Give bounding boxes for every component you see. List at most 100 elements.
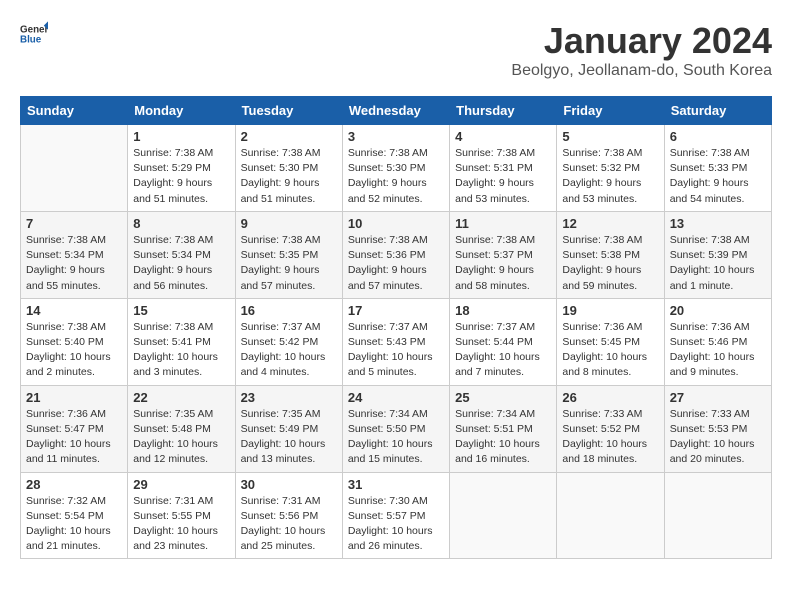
calendar-cell: 15 Sunrise: 7:38 AM Sunset: 5:41 PM Dayli…	[128, 298, 235, 385]
day-number: 25	[455, 390, 551, 405]
calendar-cell	[557, 472, 664, 559]
svg-text:Blue: Blue	[20, 34, 42, 45]
calendar-cell: 1 Sunrise: 7:38 AM Sunset: 5:29 PM Daylig…	[128, 125, 235, 212]
calendar-cell	[664, 472, 771, 559]
day-detail: Sunrise: 7:32 AM Sunset: 5:54 PM Dayligh…	[26, 494, 122, 555]
day-number: 18	[455, 303, 551, 318]
day-detail: Sunrise: 7:38 AM Sunset: 5:34 PM Dayligh…	[26, 233, 122, 294]
day-number: 16	[241, 303, 337, 318]
day-detail: Sunrise: 7:33 AM Sunset: 5:53 PM Dayligh…	[670, 407, 766, 468]
day-detail: Sunrise: 7:31 AM Sunset: 5:55 PM Dayligh…	[133, 494, 229, 555]
calendar-cell: 19 Sunrise: 7:36 AM Sunset: 5:45 PM Dayli…	[557, 298, 664, 385]
calendar-cell: 17Sunrise: 7:37 AM Sunset: 5:43 PM Dayli…	[342, 298, 449, 385]
calendar-cell	[21, 125, 128, 212]
day-number: 27	[670, 390, 766, 405]
calendar-cell: 28 Sunrise: 7:32 AM Sunset: 5:54 PM Dayli…	[21, 472, 128, 559]
day-detail: Sunrise: 7:30 AM Sunset: 5:57 PM Dayligh…	[348, 494, 444, 555]
calendar-week-row: 21 Sunrise: 7:36 AM Sunset: 5:47 PM Dayli…	[21, 385, 772, 472]
calendar-cell: 31 Sunrise: 7:30 AM Sunset: 5:57 PM Dayli…	[342, 472, 449, 559]
day-detail: Sunrise: 7:35 AM Sunset: 5:48 PM Dayligh…	[133, 407, 229, 468]
day-number: 28	[26, 477, 122, 492]
day-detail: Sunrise: 7:38 AM Sunset: 5:40 PM Dayligh…	[26, 320, 122, 381]
day-number: 4	[455, 129, 551, 144]
day-number: 29	[133, 477, 229, 492]
calendar-cell: 20 Sunrise: 7:36 AM Sunset: 5:46 PM Dayli…	[664, 298, 771, 385]
day-detail: Sunrise: 7:37 AM Sunset: 5:42 PM Dayligh…	[241, 320, 337, 381]
day-detail: Sunrise: 7:34 AM Sunset: 5:50 PM Dayligh…	[348, 407, 444, 468]
day-number: 30	[241, 477, 337, 492]
calendar-week-row: 14Sunrise: 7:38 AM Sunset: 5:40 PM Dayli…	[21, 298, 772, 385]
calendar-cell: 22 Sunrise: 7:35 AM Sunset: 5:48 PM Dayli…	[128, 385, 235, 472]
day-number: 31	[348, 477, 444, 492]
day-number: 11	[455, 216, 551, 231]
calendar-cell: 10 Sunrise: 7:38 AM Sunset: 5:36 PM Dayli…	[342, 211, 449, 298]
calendar-cell: 23 Sunrise: 7:35 AM Sunset: 5:49 PM Dayli…	[235, 385, 342, 472]
day-detail: Sunrise: 7:38 AM Sunset: 5:29 PM Dayligh…	[133, 146, 229, 207]
weekday-header-row: SundayMondayTuesdayWednesdayThursdayFrid…	[21, 97, 772, 125]
calendar-cell: 16 Sunrise: 7:37 AM Sunset: 5:42 PM Dayli…	[235, 298, 342, 385]
day-number: 13	[670, 216, 766, 231]
day-detail: Sunrise: 7:37 AM Sunset: 5:44 PM Dayligh…	[455, 320, 551, 381]
day-number: 2	[241, 129, 337, 144]
day-number: 9	[241, 216, 337, 231]
day-detail: Sunrise: 7:36 AM Sunset: 5:45 PM Dayligh…	[562, 320, 658, 381]
day-detail: Sunrise: 7:38 AM Sunset: 5:31 PM Dayligh…	[455, 146, 551, 207]
day-detail: Sunrise: 7:38 AM Sunset: 5:41 PM Dayligh…	[133, 320, 229, 381]
day-number: 26	[562, 390, 658, 405]
page-header: General Blue January 2024 Beolgyo, Jeoll…	[20, 20, 772, 80]
day-detail: Sunrise: 7:38 AM Sunset: 5:30 PM Dayligh…	[348, 146, 444, 207]
day-number: 22	[133, 390, 229, 405]
day-detail: Sunrise: 7:31 AM Sunset: 5:56 PM Dayligh…	[241, 494, 337, 555]
weekday-header: Tuesday	[235, 97, 342, 125]
calendar-cell: 9 Sunrise: 7:38 AM Sunset: 5:35 PM Daylig…	[235, 211, 342, 298]
calendar-week-row: 7 Sunrise: 7:38 AM Sunset: 5:34 PM Daylig…	[21, 211, 772, 298]
day-detail: Sunrise: 7:36 AM Sunset: 5:46 PM Dayligh…	[670, 320, 766, 381]
calendar-table: SundayMondayTuesdayWednesdayThursdayFrid…	[20, 96, 772, 559]
day-detail: Sunrise: 7:36 AM Sunset: 5:47 PM Dayligh…	[26, 407, 122, 468]
day-detail: Sunrise: 7:33 AM Sunset: 5:52 PM Dayligh…	[562, 407, 658, 468]
logo-icon: General Blue	[20, 20, 48, 48]
calendar-cell: 25 Sunrise: 7:34 AM Sunset: 5:51 PM Dayli…	[450, 385, 557, 472]
day-detail: Sunrise: 7:38 AM Sunset: 5:35 PM Dayligh…	[241, 233, 337, 294]
calendar-cell: 6Sunrise: 7:38 AM Sunset: 5:33 PM Daylig…	[664, 125, 771, 212]
calendar-cell: 11Sunrise: 7:38 AM Sunset: 5:37 PM Dayli…	[450, 211, 557, 298]
weekday-header: Thursday	[450, 97, 557, 125]
day-detail: Sunrise: 7:38 AM Sunset: 5:30 PM Dayligh…	[241, 146, 337, 207]
day-detail: Sunrise: 7:38 AM Sunset: 5:33 PM Dayligh…	[670, 146, 766, 207]
day-number: 1	[133, 129, 229, 144]
day-detail: Sunrise: 7:34 AM Sunset: 5:51 PM Dayligh…	[455, 407, 551, 468]
day-number: 23	[241, 390, 337, 405]
day-number: 21	[26, 390, 122, 405]
day-number: 19	[562, 303, 658, 318]
day-number: 3	[348, 129, 444, 144]
calendar-cell: 26 Sunrise: 7:33 AM Sunset: 5:52 PM Dayli…	[557, 385, 664, 472]
day-number: 12	[562, 216, 658, 231]
calendar-cell: 4 Sunrise: 7:38 AM Sunset: 5:31 PM Daylig…	[450, 125, 557, 212]
weekday-header: Saturday	[664, 97, 771, 125]
calendar-cell: 29 Sunrise: 7:31 AM Sunset: 5:55 PM Dayli…	[128, 472, 235, 559]
calendar-cell: 2 Sunrise: 7:38 AM Sunset: 5:30 PM Daylig…	[235, 125, 342, 212]
day-detail: Sunrise: 7:35 AM Sunset: 5:49 PM Dayligh…	[241, 407, 337, 468]
calendar-week-row: 28 Sunrise: 7:32 AM Sunset: 5:54 PM Dayli…	[21, 472, 772, 559]
calendar-cell: 18 Sunrise: 7:37 AM Sunset: 5:44 PM Dayli…	[450, 298, 557, 385]
day-number: 10	[348, 216, 444, 231]
day-detail: Sunrise: 7:38 AM Sunset: 5:39 PM Dayligh…	[670, 233, 766, 294]
day-number: 17	[348, 303, 444, 318]
day-detail: Sunrise: 7:38 AM Sunset: 5:36 PM Dayligh…	[348, 233, 444, 294]
day-number: 8	[133, 216, 229, 231]
calendar-cell: 24Sunrise: 7:34 AM Sunset: 5:50 PM Dayli…	[342, 385, 449, 472]
weekday-header: Monday	[128, 97, 235, 125]
calendar-week-row: 1 Sunrise: 7:38 AM Sunset: 5:29 PM Daylig…	[21, 125, 772, 212]
title-block: January 2024 Beolgyo, Jeollanam-do, Sout…	[511, 20, 772, 80]
calendar-cell: 3 Sunrise: 7:38 AM Sunset: 5:30 PM Daylig…	[342, 125, 449, 212]
subtitle: Beolgyo, Jeollanam-do, South Korea	[511, 62, 772, 80]
day-number: 7	[26, 216, 122, 231]
weekday-header: Sunday	[21, 97, 128, 125]
day-detail: Sunrise: 7:38 AM Sunset: 5:32 PM Dayligh…	[562, 146, 658, 207]
weekday-header: Wednesday	[342, 97, 449, 125]
day-number: 5	[562, 129, 658, 144]
day-number: 15	[133, 303, 229, 318]
day-number: 20	[670, 303, 766, 318]
calendar-cell: 5 Sunrise: 7:38 AM Sunset: 5:32 PM Daylig…	[557, 125, 664, 212]
weekday-header: Friday	[557, 97, 664, 125]
